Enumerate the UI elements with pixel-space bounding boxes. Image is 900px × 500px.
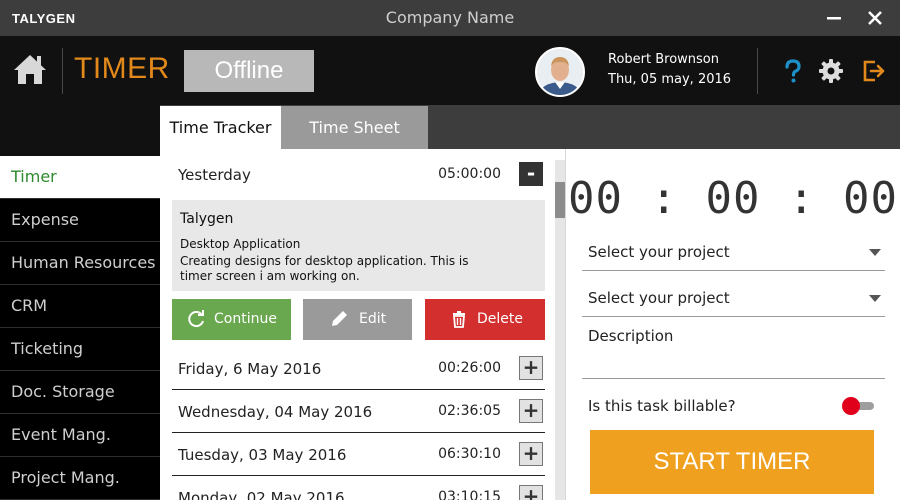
offline-status-button[interactable]: Offline: [184, 50, 314, 92]
pencil-icon: [332, 311, 347, 326]
expand-button[interactable]: +: [519, 356, 543, 380]
sidebar-item-timer[interactable]: Timer: [0, 156, 160, 199]
minimize-icon[interactable]: [823, 7, 845, 29]
avatar[interactable]: [535, 47, 585, 97]
timer-display: 00 : 00 : 00: [568, 173, 898, 224]
day-group-header[interactable]: Tuesday, 03 May 2016 06:30:10 +: [172, 434, 545, 476]
expand-button[interactable]: +: [519, 485, 543, 500]
task-entry-card[interactable]: Talygen Desktop Application Creating des…: [172, 200, 545, 291]
day-total-time: 02:36:05: [438, 403, 501, 419]
edit-button[interactable]: Edit: [303, 299, 412, 340]
task-name: Desktop Application: [180, 237, 301, 251]
day-label: Wednesday, 04 May 2016: [178, 403, 373, 421]
help-icon[interactable]: [780, 58, 806, 84]
entries-scrollbar[interactable]: [555, 160, 565, 500]
tab-bar: Time Tracker Time Sheet: [160, 105, 900, 149]
logout-icon[interactable]: [861, 58, 887, 84]
close-icon[interactable]: [864, 7, 886, 29]
day-group-header[interactable]: Wednesday, 04 May 2016 02:36:05 +: [172, 391, 545, 433]
day-total-time: 06:30:10: [438, 446, 501, 462]
description-field[interactable]: Description: [582, 325, 885, 379]
delete-label: Delete: [477, 311, 523, 327]
start-timer-button[interactable]: START TIMER: [590, 430, 874, 494]
current-date: Thu, 05 may, 2016: [608, 72, 732, 87]
task-description: Creating designs for desktop application…: [180, 254, 469, 283]
chevron-down-icon: [869, 249, 881, 256]
expand-button[interactable]: +: [519, 442, 543, 466]
day-total-time: 03:10:15: [438, 489, 501, 500]
tab-time-sheet[interactable]: Time Sheet: [281, 106, 428, 149]
header-divider: [62, 48, 63, 94]
trash-icon: [453, 311, 465, 328]
continue-label: Continue: [214, 311, 277, 327]
refresh-icon: [188, 310, 204, 328]
day-label: Friday, 6 May 2016: [178, 360, 322, 378]
billable-label: Is this task billable?: [588, 397, 736, 415]
day-total-time: 00:26:00: [438, 360, 501, 376]
task-select-value: Select your project: [588, 289, 730, 307]
day-group-header[interactable]: Friday, 6 May 2016 00:26:00 +: [172, 348, 545, 390]
sidebar-item-crm[interactable]: CRM: [0, 285, 160, 328]
project-select[interactable]: Select your project: [582, 235, 885, 271]
user-name: Robert Brownson: [608, 52, 719, 67]
scrollbar-thumb[interactable]: [555, 182, 565, 218]
tab-time-tracker[interactable]: Time Tracker: [160, 106, 281, 149]
continue-button[interactable]: Continue: [172, 299, 291, 340]
billable-toggle[interactable]: [842, 397, 876, 415]
sidebar-item-doc-storage[interactable]: Doc. Storage: [0, 371, 160, 414]
expand-button[interactable]: +: [519, 399, 543, 423]
sidebar-item-human-resources[interactable]: Human Resources: [0, 242, 160, 285]
chevron-down-icon: [869, 295, 881, 302]
day-label: Yesterday: [178, 166, 251, 184]
task-project: Talygen: [180, 211, 234, 227]
task-select[interactable]: Select your project: [582, 281, 885, 317]
day-total-time: 05:00:00: [438, 166, 501, 182]
header-divider: [757, 48, 758, 94]
collapse-button[interactable]: -: [519, 162, 543, 186]
sidebar-item-expense[interactable]: Expense: [0, 199, 160, 242]
time-entries-list: Yesterday 05:00:00 - Talygen Desktop App…: [160, 149, 555, 500]
sidebar-item-event-mang[interactable]: Event Mang.: [0, 414, 160, 457]
toggle-knob: [842, 397, 860, 415]
description-placeholder: Description: [588, 327, 674, 345]
app-header: TIMER Offline Robert Brownson Thu, 05 ma…: [0, 36, 900, 105]
delete-button[interactable]: Delete: [425, 299, 545, 340]
day-group-header[interactable]: Monday, 02 May 2016 03:10:15 +: [172, 477, 545, 500]
sidebar: Timer Expense Human Resources CRM Ticket…: [0, 105, 160, 500]
timer-panel: 00 : 00 : 00 Select your project Select …: [566, 149, 900, 500]
app-title: TIMER: [74, 52, 170, 85]
title-bar: TALYGEN Company Name: [0, 0, 900, 36]
home-icon[interactable]: [10, 50, 50, 90]
day-label: Tuesday, 03 May 2016: [178, 446, 347, 464]
window-title: Company Name: [385, 8, 515, 27]
sidebar-item-project-mang[interactable]: Project Mang.: [0, 457, 160, 500]
day-label: Monday, 02 May 2016: [178, 489, 345, 500]
gear-icon[interactable]: [818, 58, 844, 84]
project-select-value: Select your project: [588, 243, 730, 261]
sidebar-item-ticketing[interactable]: Ticketing: [0, 328, 160, 371]
day-group-header[interactable]: Yesterday 05:00:00 -: [172, 154, 545, 196]
edit-label: Edit: [359, 311, 387, 327]
